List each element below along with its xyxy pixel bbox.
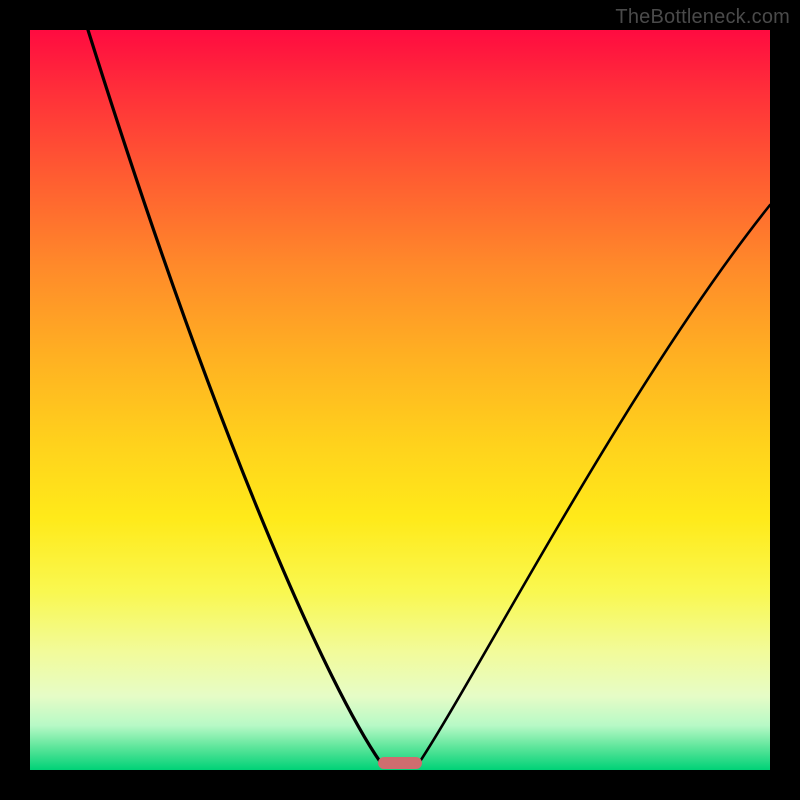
curve-left-branch — [88, 30, 381, 763]
watermark-text: TheBottleneck.com — [615, 6, 790, 29]
gradient-plot-area — [30, 30, 770, 770]
outer-black-frame: TheBottleneck.com — [0, 0, 800, 800]
curve-right-branch — [419, 205, 770, 763]
optimal-marker — [378, 757, 422, 769]
bottleneck-curve — [30, 30, 770, 770]
